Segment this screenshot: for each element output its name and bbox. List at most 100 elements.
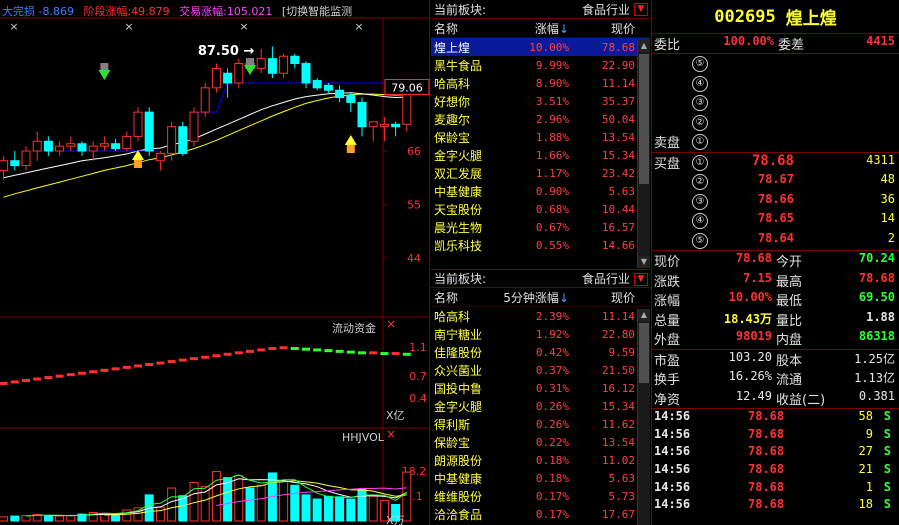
buy-level-row: ④ 78.65 14 [652, 211, 899, 231]
col-name[interactable]: 名称 [431, 20, 497, 37]
stock-name-cell: 煌上煌 [434, 40, 471, 55]
tick-row: 14:56 78.68 27 S [652, 444, 899, 462]
fundamentals-block: 市盈 103.20 股本 1.25亿 换手 16.26% 流通 1.13亿 净资 12.49 收益(… [652, 350, 899, 409]
dropdown-icon[interactable]: ▼ [634, 3, 648, 16]
fundamental-row: 市盈 103.20 股本 1.25亿 [652, 350, 899, 370]
switch-monitor-link[interactable]: [切换智能监测 [282, 5, 352, 18]
candle-body [0, 160, 9, 171]
buy-orderbook: 买盘 ① 78.68 4311 ② 78.67 48 ③ 78.66 36 ④ 78.65 14 ⑤ 78.… [652, 153, 899, 251]
candle-body [122, 135, 132, 150]
col-price[interactable]: 现价 [569, 20, 635, 37]
table-row[interactable]: 得利斯 0.26% 11.62 [431, 415, 650, 433]
stat-value: 69.50 [858, 290, 895, 304]
col-price[interactable]: 现价 [569, 289, 635, 306]
col-change[interactable]: 5分钟涨幅↓ [497, 289, 569, 306]
sector-lists: 当前板块: 食品行业 ▼ 名称 涨幅↓ 现价 煌上煌 10.00% 78.68 黑牛食… [431, 0, 650, 525]
change-cell: 8.90% [535, 76, 569, 90]
stock-name-cell: 哈高科 [434, 76, 471, 91]
tick-volume: 58 [858, 409, 873, 423]
stat-row: 现价 78.68 今开 70.24 [652, 251, 899, 271]
flow-dash [122, 365, 131, 369]
scroll-down-icon[interactable]: ▼ [638, 256, 650, 268]
table-row[interactable]: 金字火腿 0.26% 15.34 [431, 397, 650, 415]
sector-board-change: 当前板块: 食品行业 ▼ 名称 涨幅↓ 现价 煌上煌 10.00% 78.68 黑牛食… [431, 0, 650, 254]
table-row[interactable]: 中基健康 0.18% 5.63 [431, 469, 650, 487]
board-header: 当前板块: 食品行业 ▼ [431, 0, 650, 19]
table-row[interactable]: 煌上煌 10.00% 78.68 [431, 38, 650, 56]
stats-block: 现价 78.68 今开 70.24 涨跌 7.15 最高 78.68 涨幅 10.00% 最低 69.… [652, 251, 899, 349]
board1-scrollbar[interactable]: ▲ ▼ [637, 40, 650, 268]
candle-body [77, 143, 87, 152]
bid-price: 78.64 [757, 230, 794, 245]
volume-bar [312, 498, 322, 522]
stat-label: 流通 [776, 373, 803, 388]
price-cell: 16.57 [601, 220, 635, 234]
table-row[interactable]: 保龄宝 0.22% 13.54 [431, 433, 650, 451]
scroll-thumb[interactable] [639, 323, 649, 383]
kline-chart-area[interactable]: 66 55 44 × × × × × × 87.50 → 79.06 1.1 0.7 0.4 18.2 9.1… [0, 0, 430, 525]
stat-label: 市盈 [654, 353, 681, 369]
table-row[interactable]: 南宁糖业 1.92% 22.80 [431, 325, 650, 343]
table-row[interactable]: 佳隆股份 0.42% 9.59 [431, 343, 650, 361]
table-row[interactable]: 金字火腿 1.66% 15.34 [431, 146, 650, 164]
table-row[interactable]: 黑牛食品 9.99% 22.90 [431, 56, 650, 74]
table-row[interactable]: 天宝股份 0.68% 10.44 [431, 200, 650, 218]
table-row[interactable]: 好想你 3.51% 35.37 [431, 92, 650, 110]
board2-scrollbar[interactable]: ▲ [637, 309, 650, 525]
tick-volume: 21 [858, 462, 873, 477]
table-row[interactable]: 哈高科 2.39% 11.14 [431, 307, 650, 325]
table-row[interactable]: 双汇发展 1.17% 23.42 [431, 164, 650, 182]
flow-dash [111, 367, 120, 371]
col-name[interactable]: 名称 [431, 289, 497, 306]
board-industry[interactable]: 食品行业 [582, 270, 630, 287]
volume-bar [10, 515, 20, 522]
col-change[interactable]: 涨幅↓ [497, 20, 569, 37]
table-row[interactable]: 众兴菌业 0.37% 21.50 [431, 361, 650, 379]
volume-bar [245, 487, 255, 522]
board-industry[interactable]: 食品行业 [582, 1, 630, 18]
tick-time: 14:56 [654, 497, 691, 512]
table-row[interactable]: 洽洽食品 0.17% 17.67 [431, 505, 650, 523]
table-row[interactable]: 哈高科 8.90% 11.14 [431, 74, 650, 92]
scroll-up-icon[interactable]: ▲ [638, 309, 650, 321]
stat-value: 16.26% [728, 369, 772, 383]
kline-svg[interactable]: 665544× × × ×××87.50 →79.061.10.70.418.29.1 [0, 0, 430, 525]
stat-row: 涨幅 10.00% 最低 69.50 [652, 290, 899, 310]
table-row[interactable]: 维维股份 0.17% 5.73 [431, 487, 650, 505]
price-cell: 5.73 [608, 489, 636, 503]
stock-name-cell: 金字火腿 [434, 399, 483, 414]
scroll-thumb[interactable] [639, 54, 649, 184]
price-cell: 9.59 [608, 345, 636, 359]
candle-body [279, 55, 289, 74]
price-cell: 11.14 [601, 76, 635, 90]
stat-label: 最低 [776, 294, 803, 309]
flow-dash [201, 355, 210, 359]
buy-label: 买盘 [654, 156, 681, 172]
volume-bar [122, 509, 132, 522]
flow-dash [167, 360, 176, 364]
candle-body [301, 63, 311, 84]
scroll-up-icon[interactable]: ▲ [638, 40, 650, 52]
flow-dash [78, 371, 86, 375]
table-row[interactable]: 朗源股份 0.18% 11.02 [431, 451, 650, 469]
buy-level-row: ② 78.67 48 [652, 172, 899, 192]
tick-side: S [883, 497, 891, 512]
volume-bar [357, 488, 367, 522]
dropdown-icon[interactable]: ▼ [634, 273, 648, 286]
candle-body [189, 111, 199, 142]
table-row[interactable]: 国投中鲁 0.31% 16.12 [431, 379, 650, 397]
table-row[interactable]: 保龄宝 1.88% 13.54 [431, 128, 650, 146]
sell-signal-icon [98, 70, 111, 80]
candle-body [368, 121, 378, 128]
table-row[interactable]: 中基健康 0.90% 5.63 [431, 182, 650, 200]
flow-panel-title: 流动资金 [332, 322, 376, 335]
table-row[interactable]: 凯乐科技 0.55% 14.66 [431, 236, 650, 254]
table-row[interactable]: 晨光生物 0.67% 16.57 [431, 218, 650, 236]
flow-dash [190, 357, 198, 361]
sort-desc-icon: ↓ [558, 290, 569, 305]
sell-level-row: ③ [652, 93, 899, 113]
tick-list: 14:56 78.68 58 S 14:56 78.68 9 S 14:56 78.68 27 S 14… [652, 409, 899, 515]
table-row[interactable]: 麦趣尔 2.96% 50.04 [431, 110, 650, 128]
candle-body [256, 58, 266, 69]
volume-bar [66, 515, 76, 522]
